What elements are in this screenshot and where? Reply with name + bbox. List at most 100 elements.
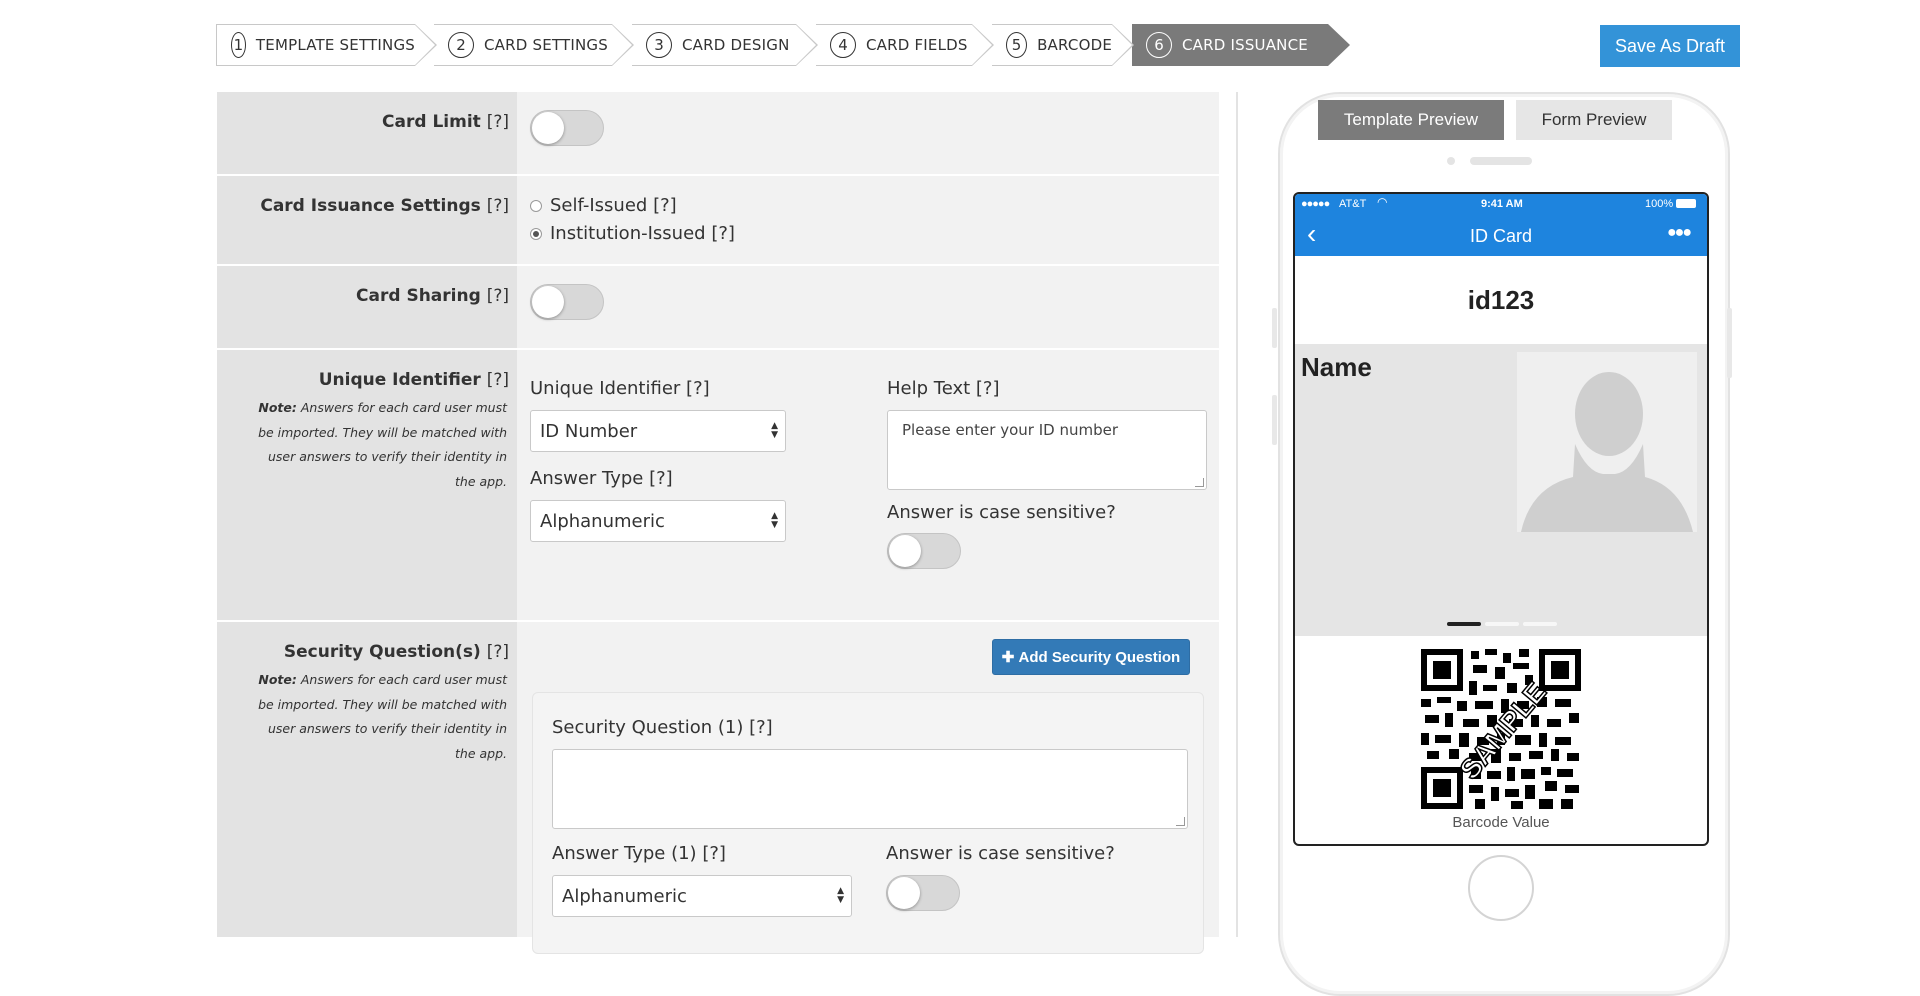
- help-marker[interactable]: [?]: [976, 378, 1000, 399]
- security-case-sensitive-toggle[interactable]: [886, 875, 960, 911]
- help-marker[interactable]: [?]: [487, 642, 509, 662]
- select-caret-icon: ▲ ▼: [771, 511, 778, 530]
- signal-icon: ●●●●●: [1301, 198, 1330, 210]
- nav-title: ID Card: [1469, 226, 1532, 246]
- help-marker[interactable]: [?]: [649, 468, 673, 489]
- unique-identifier-label: Unique Identifier [?]: [318, 370, 509, 390]
- radio-institution-issued[interactable]: Institution-Issued [?]: [530, 223, 735, 244]
- help-text-label: Help Text [?]: [887, 378, 1000, 399]
- help-marker[interactable]: [?]: [487, 196, 509, 216]
- radio-label: Institution-Issued: [550, 223, 706, 244]
- unique-identifier-field-label: Unique Identifier [?]: [530, 378, 710, 399]
- step-label: CARD FIELDS: [866, 36, 968, 54]
- help-marker[interactable]: [?]: [749, 717, 773, 738]
- step-label: CARD ISSUANCE: [1182, 36, 1308, 54]
- photo-placeholder-icon: [1517, 352, 1697, 532]
- security-questions-label: Security Question(s) [?]: [283, 642, 509, 662]
- phone-camera: [1447, 157, 1455, 165]
- select-value: Alphanumeric: [562, 885, 687, 907]
- step-number: 1: [231, 32, 246, 58]
- radio-self-issued[interactable]: Self-Issued [?]: [530, 195, 677, 216]
- unique-identifier-select[interactable]: ID Number ▲ ▼: [530, 410, 786, 452]
- card-id: id123: [1467, 284, 1535, 315]
- help-marker[interactable]: [?]: [487, 112, 509, 132]
- qr-code: SAMPLE: [1421, 649, 1581, 809]
- row-card-issuance: Card Issuance Settings [?] Self-Issued […: [217, 176, 1219, 266]
- help-marker[interactable]: [?]: [487, 286, 509, 306]
- help-marker[interactable]: [?]: [653, 195, 677, 216]
- step-template-settings[interactable]: 1 TEMPLATE SETTINGS: [216, 24, 437, 66]
- case-sensitive-toggle[interactable]: [887, 533, 961, 569]
- step-card-issuance[interactable]: 6 CARD ISSUANCE: [1132, 24, 1350, 66]
- status-bar: ●●●●● AT&T ◠ 9:41 AM 100%: [1295, 194, 1707, 214]
- help-marker[interactable]: [?]: [711, 223, 735, 244]
- card-body: Name: [1295, 344, 1707, 636]
- battery-label: 100%: [1645, 198, 1674, 210]
- step-card-fields[interactable]: 4 CARD FIELDS: [816, 24, 994, 66]
- carrier-label: AT&T: [1339, 198, 1367, 210]
- row-card-sharing: Card Sharing [?]: [217, 266, 1219, 350]
- column-divider: [1236, 92, 1238, 937]
- help-marker[interactable]: [?]: [686, 378, 710, 399]
- resize-handle-icon[interactable]: [1195, 478, 1204, 487]
- answer-type-select[interactable]: Alphanumeric ▲ ▼: [530, 500, 786, 542]
- row-unique-identifier: Unique Identifier [?] Note: Answers for …: [217, 350, 1219, 622]
- page-dot: [1485, 622, 1519, 626]
- step-card-design[interactable]: 3 CARD DESIGN: [632, 24, 818, 66]
- time-label: 9:41 AM: [1481, 198, 1523, 210]
- security-answer-type-select[interactable]: Alphanumeric ▲ ▼: [552, 875, 852, 917]
- select-value: Alphanumeric: [540, 510, 665, 532]
- card-sharing-toggle[interactable]: [530, 284, 604, 320]
- add-security-question-button[interactable]: ✚ Add Security Question: [992, 639, 1190, 675]
- unique-identifier-note: Note: Answers for each card user must be…: [258, 400, 507, 489]
- battery-icon: [1676, 199, 1696, 208]
- help-marker[interactable]: [?]: [702, 843, 726, 864]
- card-limit-label: Card Limit [?]: [382, 112, 509, 132]
- security-question-label: Security Question (1) [?]: [552, 717, 773, 738]
- step-label: BARCODE: [1037, 36, 1112, 54]
- home-button: [1468, 855, 1534, 921]
- radio-label: Self-Issued: [550, 195, 648, 216]
- step-label: CARD SETTINGS: [484, 36, 608, 54]
- more-icon[interactable]: ●●●: [1667, 224, 1692, 242]
- step-number: 6: [1146, 32, 1172, 58]
- card-issuance-label: Card Issuance Settings [?]: [260, 196, 509, 216]
- radio-button[interactable]: [530, 227, 542, 240]
- tab-template-preview[interactable]: Template Preview: [1318, 100, 1504, 140]
- resize-handle-icon[interactable]: [1176, 817, 1185, 826]
- select-caret-icon: ▲ ▼: [771, 421, 778, 440]
- phone-button: [1727, 308, 1732, 378]
- barcode-value-label: Barcode Value: [1452, 814, 1550, 831]
- tab-form-preview[interactable]: Form Preview: [1516, 100, 1672, 140]
- security-question-panel: Security Question (1) [?] Answer Type (1…: [532, 692, 1204, 954]
- phone-button: [1272, 395, 1277, 445]
- plus-icon: ✚: [1001, 649, 1019, 666]
- nav-bar: ‹ ID Card ●●●: [1295, 214, 1707, 256]
- phone-speaker: [1470, 157, 1532, 165]
- step-number: 4: [830, 32, 856, 58]
- step-card-settings[interactable]: 2 CARD SETTINGS: [434, 24, 634, 66]
- step-barcode[interactable]: 5 BARCODE: [992, 24, 1134, 66]
- wifi-icon: ◠: [1377, 195, 1388, 209]
- security-case-sensitive-label: Answer is case sensitive?: [886, 843, 1115, 864]
- card-limit-toggle[interactable]: [530, 110, 604, 146]
- card-sharing-label: Card Sharing [?]: [356, 286, 509, 306]
- step-number: 5: [1006, 32, 1028, 58]
- phone-screen: ●●●●● AT&T ◠ 9:41 AM 100% ‹ ID Card ●●● …: [1293, 192, 1709, 846]
- step-number: 3: [646, 32, 672, 58]
- help-marker[interactable]: [?]: [487, 370, 509, 390]
- step-label: TEMPLATE SETTINGS: [255, 36, 415, 54]
- select-value: ID Number: [540, 420, 638, 442]
- answer-type-label: Answer Type [?]: [530, 468, 673, 489]
- page-dot: [1523, 622, 1557, 626]
- step-number: 2: [448, 32, 474, 58]
- save-as-draft-button[interactable]: Save As Draft: [1600, 25, 1740, 67]
- radio-button[interactable]: [530, 199, 542, 212]
- row-card-limit: Card Limit [?]: [217, 92, 1219, 176]
- phone-button: [1272, 308, 1277, 348]
- step-label: CARD DESIGN: [682, 36, 790, 54]
- security-question-input[interactable]: [552, 749, 1188, 829]
- select-caret-icon: ▲ ▼: [837, 886, 844, 905]
- case-sensitive-label: Answer is case sensitive?: [887, 502, 1116, 523]
- help-text-input[interactable]: Please enter your ID number: [887, 410, 1207, 490]
